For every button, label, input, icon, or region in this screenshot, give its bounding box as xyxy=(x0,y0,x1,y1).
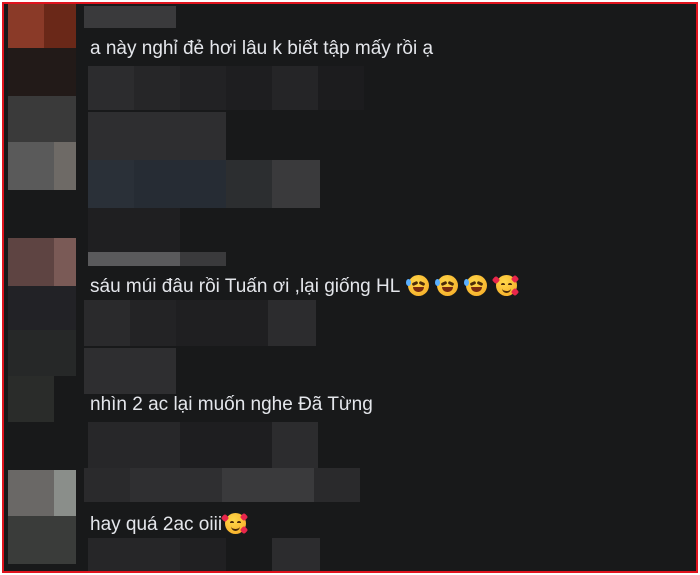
comment-text: nhìn 2 ac lại muốn nghe Đã Từng xyxy=(90,394,373,416)
blurred-avatar-block xyxy=(8,516,76,564)
blurred-username xyxy=(84,6,176,28)
blurred-avatar-block xyxy=(8,238,54,286)
rolling-on-floor-laughing-emoji-icon xyxy=(435,275,459,296)
comment-text: a này nghỉ đẻ hơi lâu k biết tập mấy rồi… xyxy=(90,38,433,60)
blurred-avatar-block xyxy=(54,238,76,286)
blurred-meta-block xyxy=(318,66,364,110)
blurred-avatar-column xyxy=(4,4,84,571)
blurred-username xyxy=(222,468,314,502)
blurred-meta-block xyxy=(272,66,318,110)
rolling-on-floor-laughing-emoji-icon xyxy=(405,275,429,296)
blurred-meta-block xyxy=(134,160,226,208)
comment-body: nhìn 2 ac lại muốn nghe Đã Từng xyxy=(90,394,373,415)
blurred-avatar-block xyxy=(8,96,76,142)
blurred-meta-block xyxy=(88,208,180,254)
blurred-meta-block xyxy=(88,66,134,110)
blurred-meta-block xyxy=(180,422,272,468)
blurred-username xyxy=(88,112,226,160)
blurred-username xyxy=(180,252,226,266)
comment-text: hay quá 2ac oiii xyxy=(90,512,249,536)
blurred-avatar-block xyxy=(8,48,76,96)
blurred-meta-block xyxy=(226,160,272,208)
smiling-face-with-hearts-emoji-icon xyxy=(491,274,519,297)
blurred-username xyxy=(84,348,176,394)
blurred-meta-block xyxy=(272,538,320,571)
blurred-username xyxy=(130,468,222,502)
blurred-meta-block xyxy=(272,160,320,208)
blurred-meta-block xyxy=(180,66,226,110)
rolling-on-floor-laughing-emoji-icon xyxy=(464,275,488,296)
blurred-meta-block xyxy=(272,422,318,468)
blurred-avatar-block xyxy=(8,376,54,422)
screenshot-frame: a này nghỉ đẻ hơi lâu k biết tập mấy rồi… xyxy=(2,2,698,573)
smiling-face-with-hearts-emoji-icon xyxy=(220,512,249,535)
blurred-meta-block xyxy=(226,66,272,110)
blurred-meta-block xyxy=(176,300,268,346)
comment-text: sáu múi đâu rồi Tuấn ơi ,lại giống HL xyxy=(90,274,519,298)
blurred-username xyxy=(84,468,130,502)
blurred-meta-block xyxy=(88,422,180,468)
blurred-avatar-block xyxy=(8,4,44,48)
comment-body: sáu múi đâu rồi Tuấn ơi ,lại giống HL xyxy=(90,276,400,297)
blurred-meta-block xyxy=(84,300,130,346)
blurred-username xyxy=(88,252,180,266)
blurred-meta-block xyxy=(88,160,134,208)
blurred-avatar-block xyxy=(44,4,76,48)
comment-body: a này nghỉ đẻ hơi lâu k biết tập mấy rồi… xyxy=(90,38,434,59)
blurred-username xyxy=(314,468,360,502)
blurred-meta-block xyxy=(268,300,316,346)
blurred-meta-block xyxy=(130,300,176,346)
blurred-meta-block xyxy=(180,538,226,571)
blurred-avatar-block xyxy=(8,470,54,516)
blurred-avatar-block xyxy=(8,142,54,190)
blurred-meta-block xyxy=(88,538,180,571)
blurred-avatar-block xyxy=(8,286,76,330)
blurred-avatar-block xyxy=(8,330,76,376)
blurred-avatar-block xyxy=(54,470,76,516)
comment-body: hay quá 2ac oiii xyxy=(90,514,223,535)
blurred-avatar-block xyxy=(54,142,76,190)
blurred-meta-block xyxy=(134,66,180,110)
